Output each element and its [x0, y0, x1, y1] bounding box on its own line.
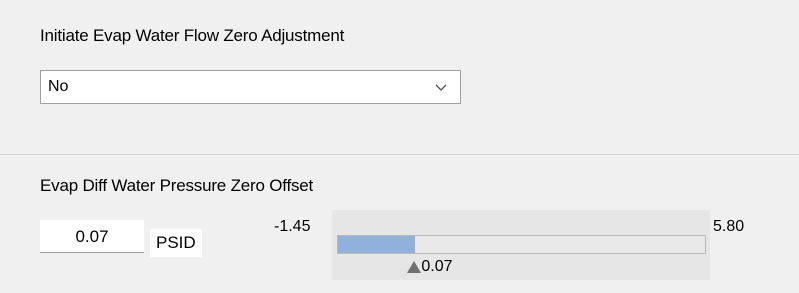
slider-max-label: 5.80 [713, 218, 745, 235]
chevron-down-icon [435, 84, 447, 91]
slider-current-label: 0.07 [421, 258, 453, 275]
slider-min-label: -1.45 [274, 218, 311, 235]
slider-fill [338, 236, 416, 253]
pressure-offset-label: Evap Diff Water Pressure Zero Offset [40, 176, 314, 195]
zero-adjust-dropdown[interactable]: No [40, 70, 461, 104]
pressure-offset-slider-track[interactable] [337, 235, 706, 254]
pressure-unit-label: PSID [150, 229, 202, 257]
triangle-up-icon[interactable] [407, 261, 422, 273]
zero-adjust-label: Initiate Evap Water Flow Zero Adjustment [40, 26, 345, 45]
pressure-offset-input[interactable]: 0.07 [40, 220, 144, 253]
zero-adjust-selected-value: No [48, 78, 69, 95]
